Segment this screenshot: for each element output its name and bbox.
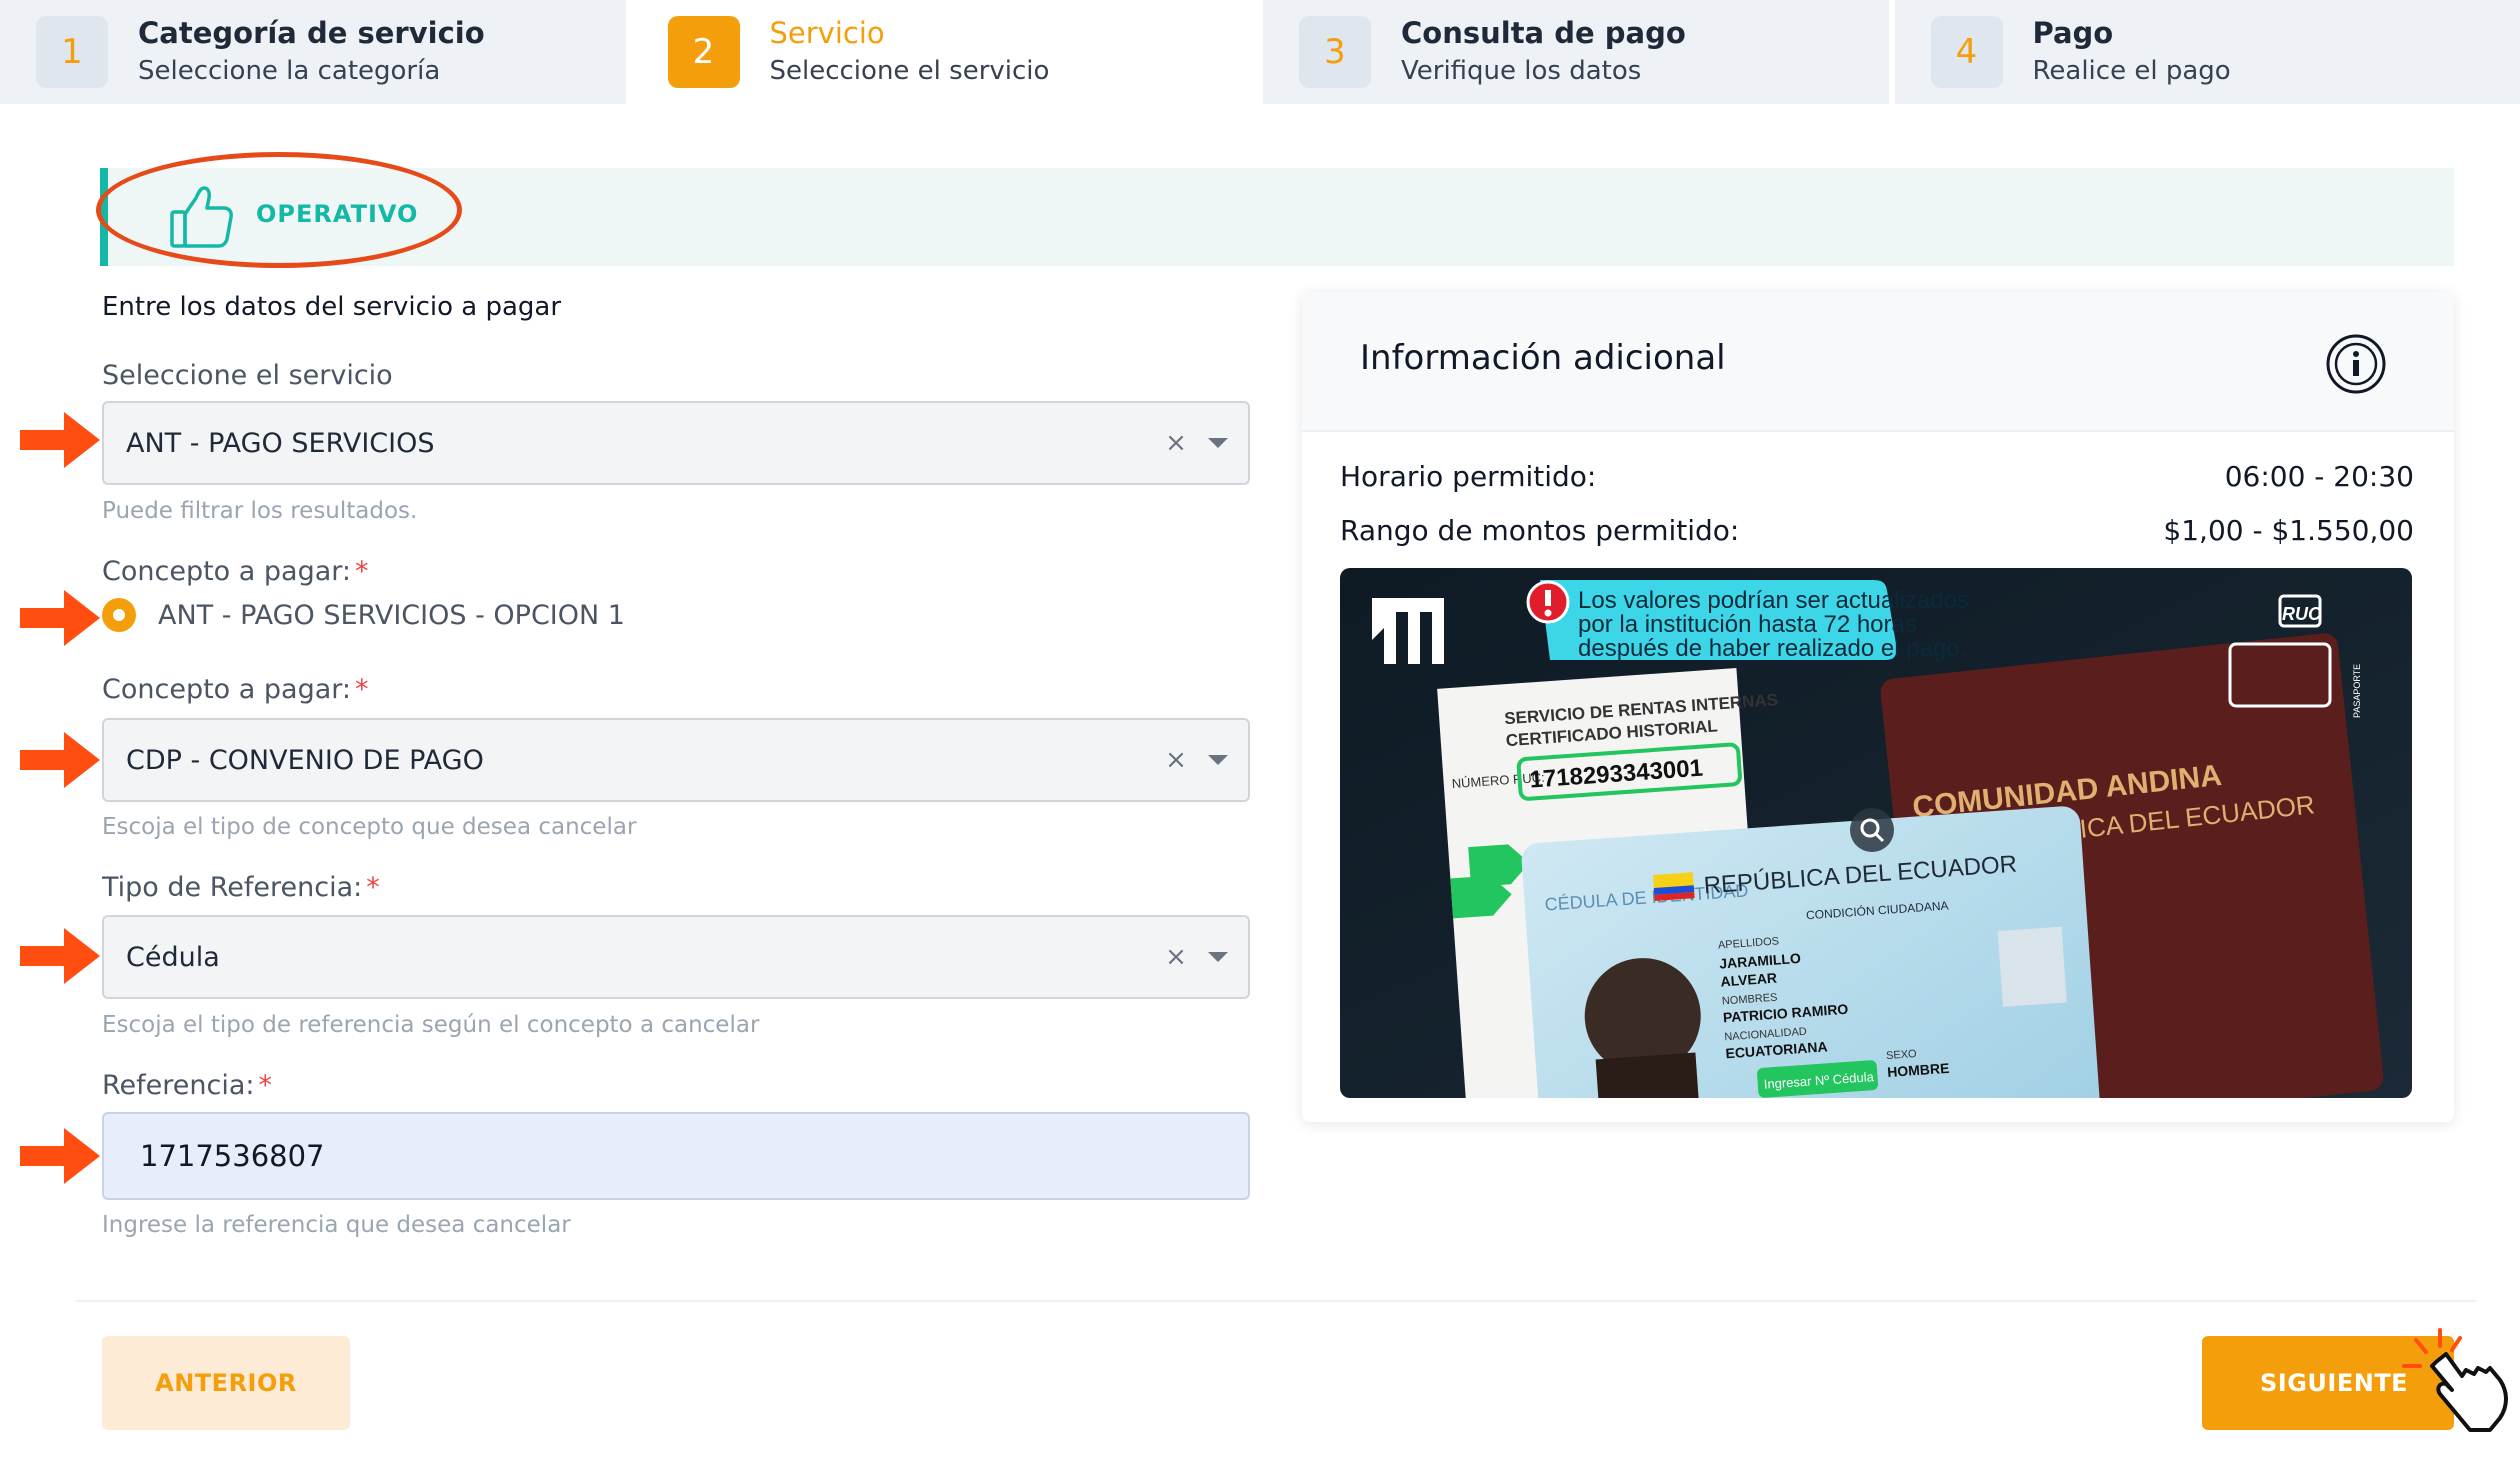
step-servicio[interactable]: 2 Servicio Seleccione el servicio: [625, 0, 1257, 104]
status-label: OPERATIVO: [256, 200, 419, 228]
step-consulta[interactable]: 3 Consulta de pago Verifique los datos: [1257, 0, 1889, 104]
step-number: 1: [36, 16, 108, 88]
clear-icon[interactable]: ×: [1156, 745, 1196, 775]
notice-line1: Los valores podrían ser actualizados: [1578, 587, 1969, 614]
annotation-arrow-icon: [20, 590, 100, 646]
info-card-header: Información adicional: [1302, 292, 2454, 432]
reference-label: Referencia: *: [102, 1070, 272, 1101]
clear-icon[interactable]: ×: [1156, 428, 1196, 458]
ref-type-select[interactable]: Cédula ×: [102, 915, 1250, 999]
concept-radio-option[interactable]: ANT - PAGO SERVICIOS - OPCION 1: [102, 598, 625, 632]
step-number: 3: [1299, 16, 1371, 88]
step-pago[interactable]: 4 Pago Realice el pago: [1888, 0, 2520, 104]
range-row: Rango de montos permitido: $1,00 - $1.55…: [1340, 514, 2414, 547]
annotation-arrow-icon: [20, 732, 100, 788]
cedula-sexo-label: SEXO: [1886, 1048, 1918, 1062]
status-bar: OPERATIVO: [100, 168, 2454, 266]
service-hint: Puede filtrar los resultados.: [102, 498, 418, 524]
radio-label: ANT - PAGO SERVICIOS - OPCION 1: [158, 599, 625, 631]
concept-value: CDP - CONVENIO DE PAGO: [126, 744, 484, 776]
required-mark: *: [366, 872, 380, 903]
info-title: Información adicional: [1360, 338, 1726, 378]
clear-icon[interactable]: ×: [1156, 942, 1196, 972]
footer-divider: [76, 1300, 2476, 1302]
annotation-arrow-icon: [20, 412, 100, 468]
step-subtitle: Verifique los datos: [1401, 56, 1642, 86]
cedula-image: CÉDULA DE IDENTIDAD REPÚBLICA DEL ECUADO…: [1521, 806, 2101, 1098]
concept-select-label-text: Concepto a pagar:: [102, 674, 351, 705]
form-title: Entre los datos del servicio a pagar: [102, 292, 562, 322]
notice-line2: por la institución hasta 72 horas: [1578, 611, 1917, 638]
step-title: Categoría de servicio: [138, 16, 485, 50]
step-title: Pago: [2032, 16, 2114, 50]
concept-hint: Escoja el tipo de concepto que desea can…: [102, 814, 637, 840]
reference-label-text: Referencia:: [102, 1070, 255, 1101]
range-value: $1,00 - $1.550,00: [2163, 514, 2414, 547]
info-icon[interactable]: [2324, 332, 2388, 396]
radio-button[interactable]: [102, 598, 136, 632]
concept-radio-label-text: Concepto a pagar:: [102, 556, 351, 587]
hours-label: Horario permitido:: [1340, 460, 1597, 493]
hand-pointer-icon: [2402, 1328, 2508, 1432]
chevron-down-icon[interactable]: [1208, 952, 1228, 962]
reference-hint: Ingrese la referencia que desea cancelar: [102, 1212, 571, 1238]
service-value: ANT - PAGO SERVICIOS: [126, 427, 435, 459]
required-mark: *: [355, 556, 369, 587]
step-title: Servicio: [769, 16, 885, 50]
step-subtitle: Realice el pago: [2032, 56, 2231, 86]
required-mark: *: [355, 674, 369, 705]
concept-select[interactable]: CDP - CONVENIO DE PAGO ×: [102, 718, 1250, 802]
thumbs-up-icon: [170, 186, 233, 248]
step-categoria[interactable]: 1 Categoría de servicio Seleccione la ca…: [0, 0, 626, 104]
range-label: Rango de montos permitido:: [1340, 514, 1740, 547]
ruc-badge: RUC: [2282, 604, 2322, 624]
step-subtitle: Seleccione el servicio: [769, 56, 1050, 86]
step-number: 2: [667, 16, 740, 88]
service-label: Seleccione el servicio: [102, 360, 393, 391]
previous-button[interactable]: ANTERIOR: [102, 1336, 350, 1430]
passport-badge: PASAPORTE: [2352, 664, 2362, 718]
concept-radio-label: Concepto a pagar: *: [102, 556, 369, 587]
info-card: Información adicional Horario permitido:…: [1302, 292, 2454, 1122]
required-mark: *: [258, 1070, 273, 1101]
concept-select-label: Concepto a pagar: *: [102, 674, 369, 705]
ref-type-value: Cédula: [126, 941, 220, 973]
step-number: 4: [1930, 16, 2003, 88]
chevron-down-icon[interactable]: [1208, 755, 1228, 765]
zoom-icon: [1850, 808, 1894, 852]
hours-row: Horario permitido: 06:00 - 20:30: [1340, 460, 2414, 493]
ref-type-label: Tipo de Referencia: *: [102, 872, 380, 903]
annotation-arrow-icon: [20, 1128, 100, 1184]
chevron-down-icon[interactable]: [1208, 438, 1228, 448]
ref-type-label-text: Tipo de Referencia:: [102, 872, 363, 903]
step-title: Consulta de pago: [1401, 16, 1686, 50]
step-subtitle: Seleccione la categoría: [138, 56, 441, 86]
reference-input[interactable]: [102, 1112, 1250, 1200]
service-select[interactable]: ANT - PAGO SERVICIOS ×: [102, 401, 1250, 485]
stepper: 1 Categoría de servicio Seleccione la ca…: [0, 0, 2520, 104]
hours-value: 06:00 - 20:30: [2224, 460, 2414, 493]
notice-line3: después de haber realizado el pago.: [1578, 635, 1966, 662]
ref-type-hint: Escoja el tipo de referencia según el co…: [102, 1012, 760, 1038]
documents-banner: COMUNIDAD ANDINA REPÚBLICA DEL ECUADOR S…: [1340, 568, 2412, 1098]
annotation-arrow-icon: [20, 928, 100, 984]
